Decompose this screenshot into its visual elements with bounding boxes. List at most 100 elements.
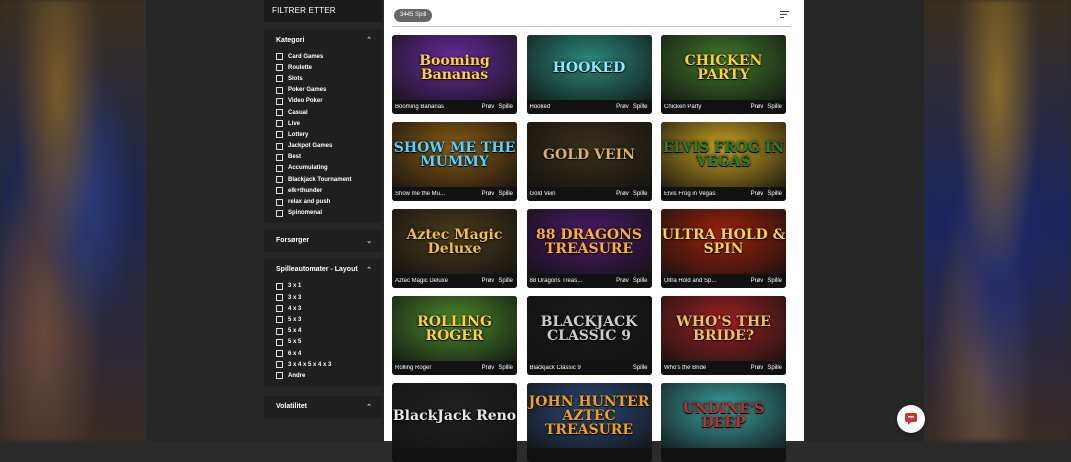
- checkbox[interactable]: [276, 187, 283, 195]
- play-link[interactable]: Spille: [767, 191, 786, 197]
- category-option[interactable]: Blackjack Tournament: [276, 174, 382, 185]
- layout-option[interactable]: 3 x 1: [276, 281, 382, 292]
- game-tile[interactable]: BlackJack Reno: [392, 383, 517, 462]
- game-thumbnail[interactable]: ELVIS FROG IN VEGAS: [661, 122, 786, 187]
- category-option[interactable]: Lottery: [276, 129, 382, 140]
- layout-option[interactable]: 6 x 4: [276, 348, 382, 359]
- category-option[interactable]: Slots: [276, 73, 382, 84]
- layout-option[interactable]: 5 x 4: [276, 326, 382, 337]
- game-thumbnail[interactable]: ROLLING ROGER: [392, 296, 517, 361]
- play-link[interactable]: Spille: [498, 104, 517, 110]
- category-toggle[interactable]: Kategori ⌃: [264, 29, 382, 51]
- play-link[interactable]: Spille: [767, 278, 786, 284]
- game-tile[interactable]: 88 DRAGONS TREASURE 88 Dragons Treas... Pr…: [526, 209, 652, 288]
- checkbox[interactable]: [276, 131, 283, 139]
- game-thumbnail[interactable]: GOLD VEIN: [526, 122, 652, 187]
- chat-button[interactable]: [897, 405, 925, 433]
- checkbox[interactable]: [276, 327, 283, 335]
- game-thumbnail[interactable]: 88 DRAGONS TREASURE: [526, 209, 652, 274]
- category-option[interactable]: Live: [276, 118, 382, 129]
- layout-option[interactable]: 3 x 3: [276, 292, 382, 303]
- category-option[interactable]: elk+thunder: [276, 185, 382, 196]
- checkbox[interactable]: [276, 75, 283, 83]
- try-demo-link[interactable]: Prøv: [482, 191, 499, 197]
- category-option[interactable]: Spinomenal: [276, 208, 382, 219]
- layout-option[interactable]: 3 x 4 x 5 x 4 x 3: [276, 359, 382, 370]
- checkbox[interactable]: [276, 372, 283, 380]
- checkbox[interactable]: [276, 316, 283, 324]
- play-link[interactable]: Spille: [633, 104, 652, 110]
- checkbox[interactable]: [276, 338, 283, 346]
- provider-toggle[interactable]: Forsørger ⌄: [264, 230, 382, 252]
- checkbox[interactable]: [276, 64, 283, 72]
- game-tile[interactable]: SHOW ME THE MUMMY Show me the Mu... Prøv Sp…: [392, 122, 517, 201]
- category-option[interactable]: Best: [276, 152, 382, 163]
- checkbox[interactable]: [276, 198, 283, 206]
- game-thumbnail[interactable]: Booming Bananas: [392, 35, 517, 100]
- game-thumbnail[interactable]: HOOKED: [526, 35, 652, 100]
- game-thumbnail[interactable]: BlackJack Reno: [392, 383, 517, 448]
- play-link[interactable]: Spille: [498, 278, 517, 284]
- game-tile[interactable]: HOOKED Hooked Prøv Spille: [526, 35, 652, 114]
- checkbox[interactable]: [276, 361, 283, 369]
- game-tile[interactable]: BLACKJACK CLASSIC 9 Blackjack Classic 9 Sp…: [526, 296, 652, 375]
- game-tile[interactable]: ROLLING ROGER Rolling Roger Prøv Spille: [392, 296, 517, 375]
- game-tile[interactable]: UNDINE'S DEEP: [661, 383, 786, 462]
- category-option[interactable]: Poker Games: [276, 85, 382, 96]
- try-demo-link[interactable]: Prøv: [751, 104, 768, 110]
- game-tile[interactable]: Aztec Magic Deluxe Aztec Magic Deluxe Prøv…: [392, 209, 517, 288]
- checkbox[interactable]: [276, 282, 283, 290]
- checkbox[interactable]: [276, 176, 283, 184]
- checkbox[interactable]: [276, 350, 283, 358]
- try-demo-link[interactable]: Prøv: [482, 278, 499, 284]
- try-demo-link[interactable]: Prøv: [482, 365, 499, 371]
- category-option[interactable]: Accumulating: [276, 163, 382, 174]
- layout-toggle[interactable]: Spilleautomater - Layout ⌃: [264, 259, 382, 281]
- game-thumbnail[interactable]: WHO'S THE BRIDE?: [661, 296, 786, 361]
- game-thumbnail[interactable]: SHOW ME THE MUMMY: [392, 122, 517, 187]
- layout-option[interactable]: Andre: [276, 370, 382, 381]
- category-option[interactable]: Video Poker: [276, 96, 382, 107]
- game-thumbnail[interactable]: ULTRA HOLD & SPIN: [661, 209, 786, 274]
- sort-icon[interactable]: [780, 11, 789, 20]
- checkbox[interactable]: [276, 294, 283, 302]
- checkbox[interactable]: [276, 209, 283, 217]
- checkbox[interactable]: [276, 120, 283, 128]
- game-tile[interactable]: ULTRA HOLD & SPIN Ultra Hold and Sp... Prø…: [661, 209, 786, 288]
- category-option[interactable]: Casual: [276, 107, 382, 118]
- game-tile[interactable]: GOLD VEIN Gold Vein Prøv Spille: [526, 122, 652, 201]
- game-thumbnail[interactable]: JOHN HUNTER AZTEC TREASURE: [526, 383, 652, 448]
- play-link[interactable]: Spille: [767, 365, 786, 371]
- try-demo-link[interactable]: Prøv: [751, 365, 768, 371]
- checkbox[interactable]: [276, 109, 283, 117]
- try-demo-link[interactable]: Prøv: [616, 104, 633, 110]
- checkbox[interactable]: [276, 97, 283, 105]
- checkbox[interactable]: [276, 142, 283, 150]
- checkbox[interactable]: [276, 153, 283, 161]
- game-tile[interactable]: CHICKEN PARTY Chicken Party Prøv Spille: [661, 35, 786, 114]
- game-thumbnail[interactable]: CHICKEN PARTY: [661, 35, 786, 100]
- checkbox[interactable]: [276, 53, 283, 61]
- layout-option[interactable]: 5 x 3: [276, 314, 382, 325]
- game-tile[interactable]: ELVIS FROG IN VEGAS Elvis Frog in Vegas Pr…: [661, 122, 786, 201]
- category-option[interactable]: Jackpot Games: [276, 141, 382, 152]
- category-option[interactable]: relax and push: [276, 196, 382, 207]
- try-demo-link[interactable]: Prøv: [616, 191, 633, 197]
- play-link[interactable]: Spille: [633, 191, 652, 197]
- game-tile[interactable]: WHO'S THE BRIDE? Who's the Bride Prøv Spill…: [661, 296, 786, 375]
- game-thumbnail[interactable]: Aztec Magic Deluxe: [392, 209, 517, 274]
- play-link[interactable]: Spille: [498, 191, 517, 197]
- play-link[interactable]: Spille: [633, 365, 652, 371]
- category-option[interactable]: Roulette: [276, 62, 382, 73]
- play-link[interactable]: Spille: [633, 278, 652, 284]
- try-demo-link[interactable]: Prøv: [482, 104, 499, 110]
- checkbox[interactable]: [276, 86, 283, 94]
- try-demo-link[interactable]: Prøv: [616, 278, 633, 284]
- game-tile[interactable]: Booming Bananas Booming Bananas Prøv Spille: [392, 35, 517, 114]
- play-link[interactable]: Spille: [498, 365, 517, 371]
- game-tile[interactable]: JOHN HUNTER AZTEC TREASURE: [526, 383, 652, 462]
- category-option[interactable]: Card Games: [276, 51, 382, 62]
- game-thumbnail[interactable]: UNDINE'S DEEP: [661, 383, 786, 448]
- try-demo-link[interactable]: Prøv: [751, 278, 768, 284]
- play-link[interactable]: Spille: [767, 104, 786, 110]
